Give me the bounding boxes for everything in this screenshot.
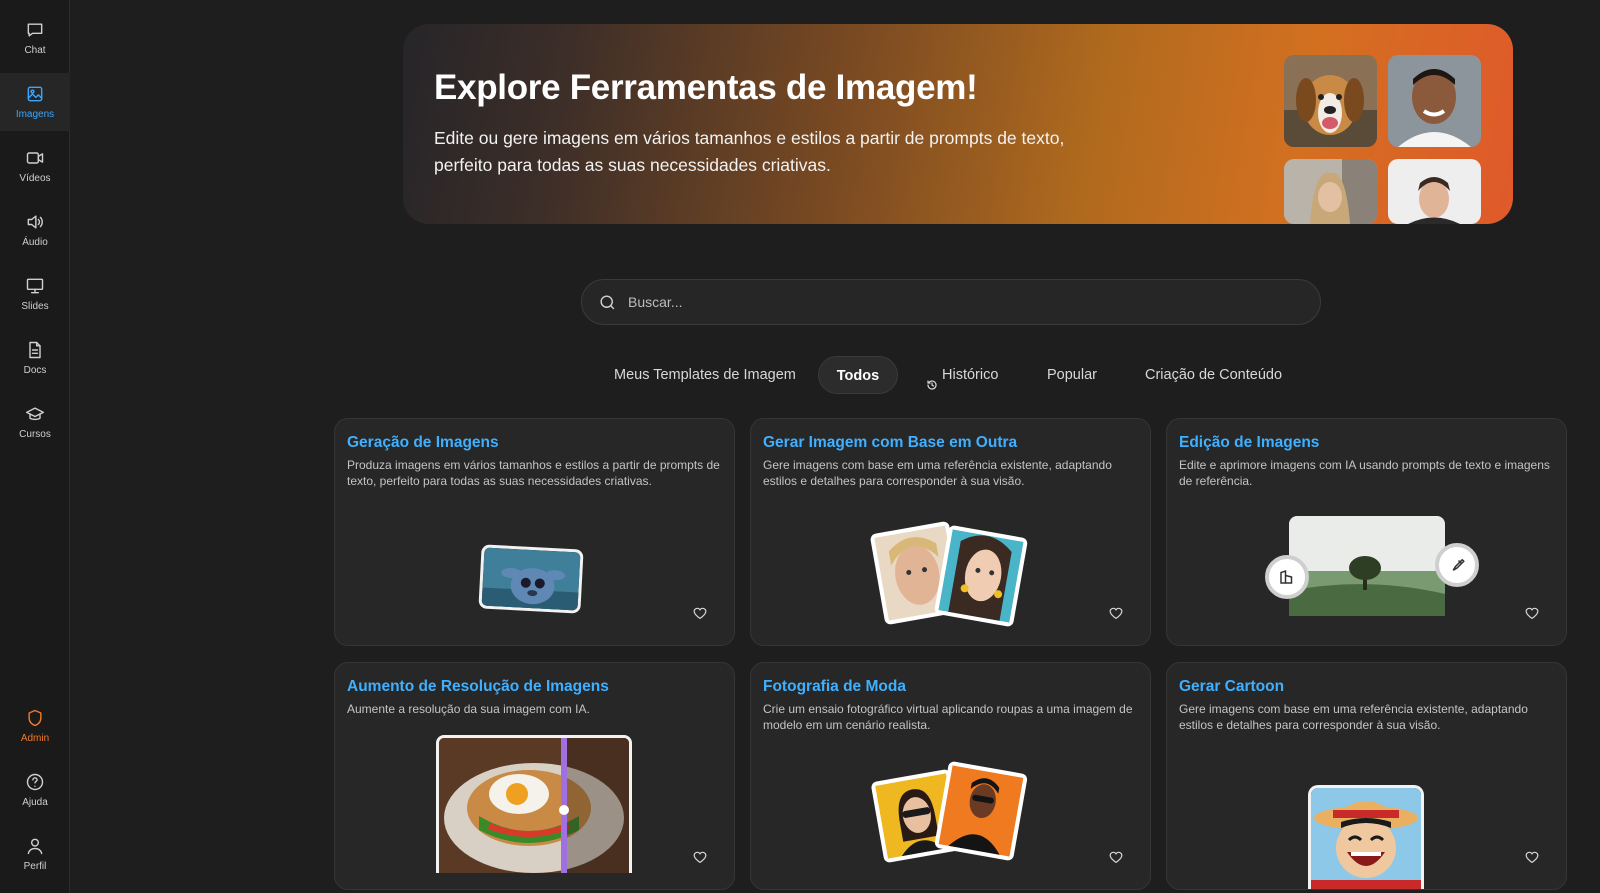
presentation-icon bbox=[26, 278, 44, 294]
favorite-button[interactable] bbox=[1108, 605, 1124, 621]
search-icon bbox=[600, 294, 615, 309]
sidebar-item-admin[interactable]: Admin bbox=[0, 697, 70, 755]
shield-icon bbox=[28, 709, 42, 727]
heart-icon bbox=[1109, 607, 1123, 620]
tab-label: Popular bbox=[1047, 367, 1097, 383]
card-description: Aumente a resolução da sua imagem com IA… bbox=[347, 702, 590, 716]
tool-card[interactable]: Gerar Imagem com Base em Outra Gere imag… bbox=[750, 418, 1151, 646]
tool-card[interactable]: Geração de Imagens Produza imagens em vá… bbox=[334, 418, 735, 646]
sidebar-item-slides[interactable]: Slides bbox=[0, 265, 70, 323]
video-icon bbox=[26, 152, 44, 164]
sidebar-item-label: Chat bbox=[24, 45, 46, 56]
food-upscale-image bbox=[436, 735, 632, 873]
sidebar-item-label: Docs bbox=[23, 365, 47, 376]
document-icon bbox=[29, 341, 41, 359]
young-man-portrait-photo bbox=[1388, 159, 1481, 224]
card-title: Gerar Cartoon bbox=[1179, 678, 1285, 695]
tab-popular[interactable]: Popular bbox=[1047, 356, 1097, 394]
sidebar-item-label: Cursos bbox=[19, 429, 51, 440]
heart-icon bbox=[693, 607, 707, 620]
tool-card[interactable]: Gerar Cartoon Gere imagens com base em u… bbox=[1166, 662, 1567, 890]
favorite-button[interactable] bbox=[1108, 849, 1124, 865]
card-description: Gere imagens com base em uma referência … bbox=[1179, 702, 1528, 732]
tab-meus-templates[interactable]: Meus Templates de Imagem bbox=[614, 356, 796, 394]
sidebar-item-perfil[interactable]: Perfil bbox=[0, 825, 70, 883]
sidebar-item-ajuda[interactable]: Ajuda bbox=[0, 761, 70, 819]
tool-card[interactable]: Fotografia de Moda Crie um ensaio fotogr… bbox=[750, 662, 1151, 890]
help-icon bbox=[26, 773, 44, 791]
card-title: Gerar Imagem com Base em Outra bbox=[763, 434, 1018, 451]
tab-label: Histórico bbox=[942, 367, 999, 383]
face-photo-image bbox=[933, 524, 1029, 628]
tool-card[interactable]: Aumento de Resolução de Imagens Aumente … bbox=[334, 662, 735, 890]
heart-icon bbox=[1525, 607, 1539, 620]
sidebar-item-label: Slides bbox=[21, 301, 49, 312]
card-description: Produza imagens em vários tamanhos e est… bbox=[347, 458, 720, 488]
sidebar-item-imagens[interactable]: Imagens bbox=[0, 73, 70, 131]
sidebar-item-label: Perfil bbox=[23, 861, 47, 872]
favorite-button[interactable] bbox=[1524, 605, 1540, 621]
sidebar-item-docs[interactable]: Docs bbox=[0, 329, 70, 387]
heart-icon bbox=[1109, 851, 1123, 864]
hero-title: Explore Ferramentas de Imagem! bbox=[434, 68, 978, 107]
chat-icon bbox=[27, 23, 43, 37]
tool-card[interactable]: Edição de Imagens Edite e aprimore image… bbox=[1166, 418, 1567, 646]
fashion-model-orange-image bbox=[933, 760, 1029, 862]
card-description: Gere imagens com base em uma referência … bbox=[763, 458, 1112, 488]
woman-portrait-photo bbox=[1284, 159, 1377, 224]
card-title: Geração de Imagens bbox=[347, 434, 499, 451]
sidebar-item-label: Vídeos bbox=[19, 173, 51, 184]
sidebar-item-label: Admin bbox=[20, 733, 50, 744]
sidebar-item-chat[interactable]: Chat bbox=[0, 9, 70, 67]
tab-label: Criação de Conteúdo bbox=[1145, 367, 1283, 383]
speaker-icon bbox=[27, 215, 43, 229]
heart-icon bbox=[693, 851, 707, 864]
dog-photo bbox=[1284, 55, 1377, 147]
card-title: Edição de Imagens bbox=[1179, 434, 1320, 451]
favorite-button[interactable] bbox=[692, 605, 708, 621]
sidebar-item-label: Ajuda bbox=[22, 797, 48, 808]
hero-subtitle: Edite ou gere imagens em vários tamanhos… bbox=[434, 128, 1065, 175]
search-input[interactable] bbox=[628, 294, 1288, 310]
image-icon bbox=[27, 86, 43, 102]
search-bar[interactable] bbox=[581, 279, 1321, 325]
card-description: Edite e aprimore imagens com IA usando p… bbox=[1179, 458, 1550, 488]
graduation-cap-icon bbox=[25, 407, 45, 421]
sidebar-item-label: Áudio bbox=[22, 237, 48, 248]
hero-banner: Explore Ferramentas de Imagem! Edite ou … bbox=[403, 24, 1513, 224]
sidebar-item-audio[interactable]: Áudio bbox=[0, 201, 70, 259]
sidebar-item-cursos[interactable]: Cursos bbox=[0, 393, 70, 451]
man-portrait-photo bbox=[1388, 55, 1481, 147]
history-icon bbox=[926, 368, 938, 390]
heart-icon bbox=[1525, 851, 1539, 864]
tab-label: Meus Templates de Imagem bbox=[614, 367, 796, 383]
stitch-image bbox=[478, 544, 584, 614]
card-title: Fotografia de Moda bbox=[763, 678, 906, 695]
user-icon bbox=[27, 838, 43, 855]
sidebar: Chat Imagens Vídeos Áudio Slides Docs Cu… bbox=[0, 0, 70, 893]
tab-todos[interactable]: Todos bbox=[818, 356, 898, 394]
brush-icon bbox=[1435, 543, 1479, 587]
sidebar-item-videos[interactable]: Vídeos bbox=[0, 137, 70, 195]
favorite-button[interactable] bbox=[1524, 849, 1540, 865]
card-description: Crie um ensaio fotográfico virtual aplic… bbox=[763, 702, 1133, 732]
card-title: Aumento de Resolução de Imagens bbox=[347, 678, 609, 695]
favorite-button[interactable] bbox=[692, 849, 708, 865]
landscape-tree-image bbox=[1289, 516, 1445, 616]
tab-criacao-de-conteudo[interactable]: Criação de Conteúdo bbox=[1145, 356, 1282, 394]
tab-label: Todos bbox=[836, 368, 880, 384]
cartoon-character-image bbox=[1308, 785, 1424, 889]
edit-overlay-icon bbox=[1265, 555, 1309, 599]
tab-historico[interactable]: Histórico bbox=[926, 356, 998, 394]
sidebar-item-label: Imagens bbox=[15, 109, 55, 120]
